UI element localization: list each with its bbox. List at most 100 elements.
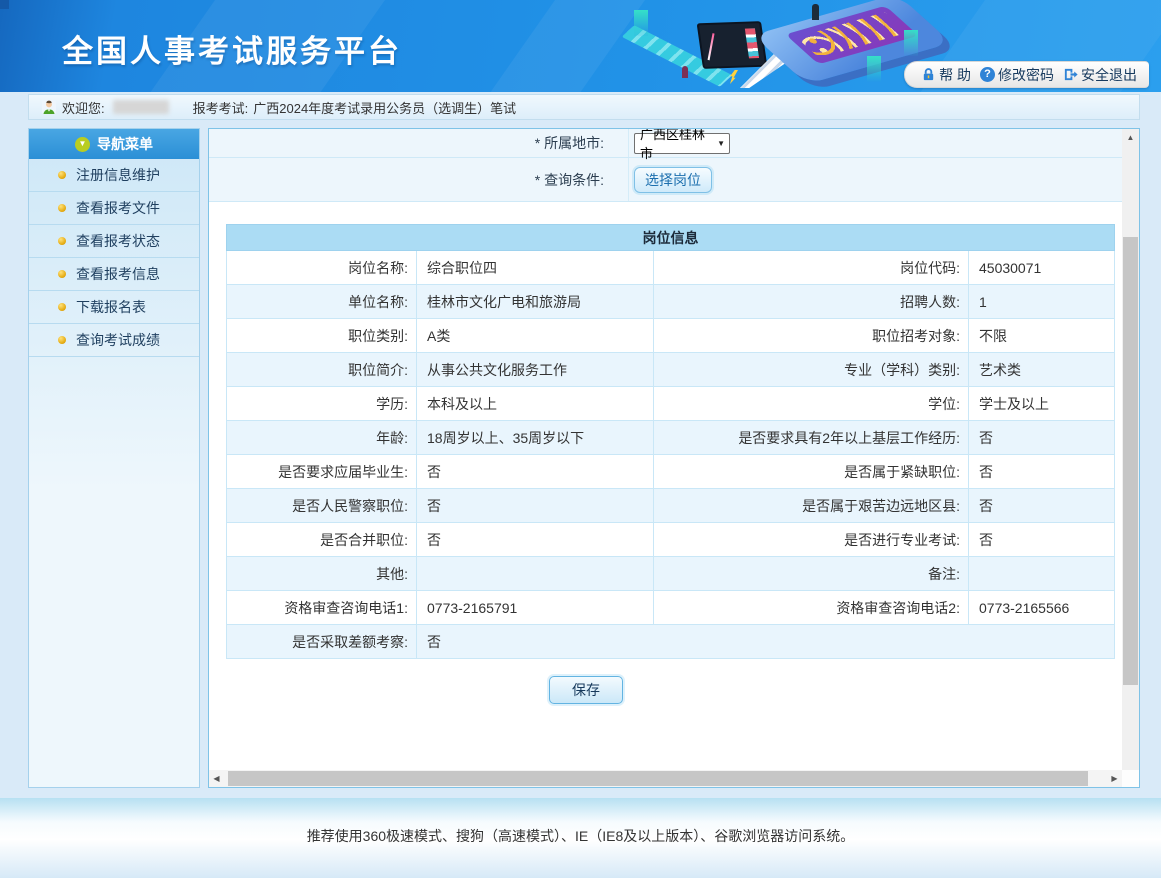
change-password-label: 修改密码 [998,65,1054,85]
vertical-scrollbar[interactable]: ▲ ▼ [1122,129,1139,787]
exam-info: 报考考试: 广西2024年度考试录用公务员（选调生）笔试 [193,98,517,117]
cell-label: 其他: [227,557,417,591]
cell-label: 岗位代码: [654,251,969,285]
cell-value: 否 [969,523,1115,557]
job-info-table: 岗位信息 岗位名称: 综合职位四 岗位代码: 45030071 单位名称: 桂林… [226,224,1115,659]
cell-value: 18周岁以上、35周岁以下 [417,421,654,455]
cell-value: 0773-2165566 [969,591,1115,625]
bullet-icon [58,270,66,278]
city-label: * 所属地市: [209,129,629,157]
vertical-scrollbar-thumb[interactable] [1123,237,1138,685]
welcome-bar: 欢迎您: 报考考试: 广西2024年度考试录用公务员（选调生）笔试 [28,94,1140,120]
nav-menu-title: 导航菜单 [97,134,153,154]
logout-icon [1063,67,1078,82]
sidebar-item-label: 注册信息维护 [76,165,160,185]
cell-value [417,557,654,591]
chevron-down-circle-icon: ▼ [75,137,90,152]
query-label: * 查询条件: [209,158,629,201]
horizontal-scrollbar[interactable]: ◀ ▶ [209,770,1122,787]
save-button[interactable]: 保存 [549,676,623,704]
table-title: 岗位信息 [227,225,1115,251]
table-row: 职位简介: 从事公共文化服务工作 专业（学科）类别: 艺术类 [227,353,1115,387]
app-header: 全国人事考试服务平台 帮 [0,0,1161,92]
bullet-icon [58,303,66,311]
exam-name: 广西2024年度考试录用公务员（选调生）笔试 [253,98,516,117]
cell-label: 单位名称: [227,285,417,319]
cell-label: 资格审查咨询电话2: [654,591,969,625]
help-label: 帮 助 [939,65,971,85]
cell-label: 是否属于紧缺职位: [654,455,969,489]
logout-link[interactable]: 安全退出 [1063,65,1137,85]
sidebar: ▼ 导航菜单 注册信息维护 查看报考文件 查看报考状态 查看报考信息 下载报名表… [28,128,200,788]
illustration-person [812,4,819,20]
nav-menu-header[interactable]: ▼ 导航菜单 [29,129,199,159]
cell-value: 1 [969,285,1115,319]
cell-value: 否 [417,455,654,489]
sidebar-item-view-application-info[interactable]: 查看报考信息 [29,258,199,291]
sidebar-item-register-info[interactable]: 注册信息维护 [29,159,199,192]
table-row: 单位名称: 桂林市文化广电和旅游局 招聘人数: 1 [227,285,1115,319]
pick-position-button[interactable]: 选择岗位 [634,167,712,193]
bullet-icon [58,237,66,245]
table-row: 是否要求应届毕业生: 否 是否属于紧缺职位: 否 [227,455,1115,489]
illustration-pillar [904,30,918,56]
header-quick-links: 帮 助 ? 修改密码 安全退出 [904,61,1149,88]
table-row: 是否采取差额考察: 否 [227,625,1115,659]
illustration-bolt [730,70,738,84]
browser-recommendation-text: 推荐使用360极速模式、搜狗（高速模式）、IE（IE8及以上版本）、谷歌浏览器访… [0,798,1161,846]
content-body: * 所属地市: 广西区桂林市 ▼ * 查询条件: 选择岗位 岗位信息 [209,129,1122,770]
illustration-pillar [634,10,648,36]
city-select-value: 广西区桂林市 [640,129,717,162]
app-title: 全国人事考试服务平台 [62,26,402,71]
table-header-row: 岗位信息 [227,225,1115,251]
cell-label: 是否人民警察职位: [227,489,417,523]
form-row-query: * 查询条件: 选择岗位 [209,158,1122,202]
cell-value: 学士及以上 [969,387,1115,421]
cell-value [969,557,1115,591]
cell-value: 45030071 [969,251,1115,285]
sidebar-item-download-registration-form[interactable]: 下载报名表 [29,291,199,324]
scroll-up-arrow-icon[interactable]: ▲ [1122,129,1139,145]
cell-label: 是否属于艰苦边远地区县: [654,489,969,523]
cell-value: A类 [417,319,654,353]
illustration-screen [697,21,768,69]
cell-label: 招聘人数: [654,285,969,319]
bullet-icon [58,336,66,344]
cell-label: 资格审查咨询电话1: [227,591,417,625]
cell-label: 学历: [227,387,417,421]
exam-label: 报考考试: [193,98,249,117]
cell-label: 年龄: [227,421,417,455]
change-password-link[interactable]: ? 修改密码 [980,65,1054,85]
spacer [209,202,1122,224]
cell-value: 从事公共文化服务工作 [417,353,654,387]
scroll-left-arrow-icon[interactable]: ◀ [209,770,224,787]
sidebar-item-view-exam-files[interactable]: 查看报考文件 [29,192,199,225]
help-link[interactable]: 帮 助 [921,65,971,85]
form-row-city: * 所属地市: 广西区桂林市 ▼ [209,129,1122,158]
cell-label: 专业（学科）类别: [654,353,969,387]
sidebar-item-query-exam-results[interactable]: 查询考试成绩 [29,324,199,357]
scroll-right-arrow-icon[interactable]: ▶ [1107,770,1122,787]
city-select[interactable]: 广西区桂林市 ▼ [634,133,730,154]
bullet-icon [58,171,66,179]
table-row: 资格审查咨询电话1: 0773-2165791 资格审查咨询电话2: 0773-… [227,591,1115,625]
header-corner-decoration [0,0,9,9]
cell-value: 综合职位四 [417,251,654,285]
bullet-icon [58,204,66,212]
cell-value: 桂林市文化广电和旅游局 [417,285,654,319]
illustration-pillar [867,56,881,82]
cell-value: 否 [417,523,654,557]
sidebar-item-label: 查看报考状态 [76,231,160,251]
table-row: 学历: 本科及以上 学位: 学士及以上 [227,387,1115,421]
cell-label: 备注: [654,557,969,591]
cell-label: 职位招考对象: [654,319,969,353]
sidebar-item-view-application-status[interactable]: 查看报考状态 [29,225,199,258]
horizontal-scrollbar-thumb[interactable] [228,771,1088,786]
content-panel: * 所属地市: 广西区桂林市 ▼ * 查询条件: 选择岗位 岗位信息 [208,128,1140,788]
page-footer: 推荐使用360极速模式、搜狗（高速模式）、IE（IE8及以上版本）、谷歌浏览器访… [0,798,1161,878]
cell-label: 是否进行专业考试: [654,523,969,557]
cell-label: 岗位名称: [227,251,417,285]
redacted-username [113,100,169,114]
cell-value: 否 [969,455,1115,489]
table-row: 年龄: 18周岁以上、35周岁以下 是否要求具有2年以上基层工作经历: 否 [227,421,1115,455]
